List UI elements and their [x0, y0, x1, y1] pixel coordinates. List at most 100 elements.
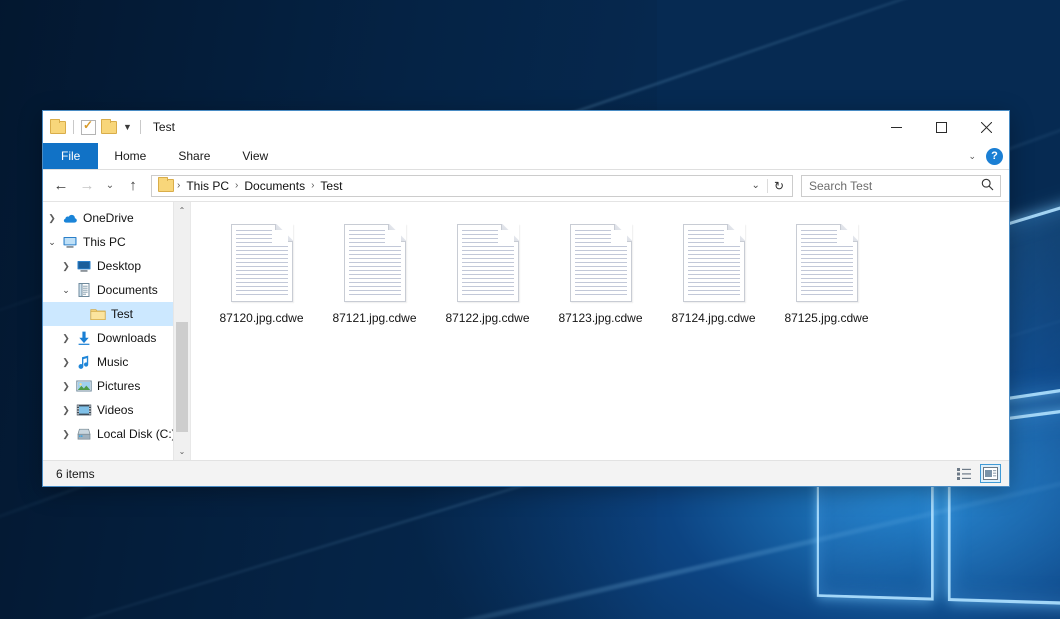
file-item[interactable]: 87123.jpg.cdwe	[544, 218, 657, 340]
chevron-right-icon[interactable]: ❯	[57, 357, 75, 368]
search-input[interactable]: Search Test	[809, 179, 872, 193]
chevron-down-icon[interactable]: ▼	[122, 123, 133, 132]
sidebar-item-desktop[interactable]: ❯ Desktop	[43, 254, 190, 278]
minimize-button[interactable]	[874, 111, 919, 143]
sidebar-item-label: Local Disk (C:)	[97, 427, 176, 441]
desktop: ▼ Test File Home Share View	[0, 0, 1060, 619]
sidebar-item-label: Documents	[97, 283, 158, 297]
scroll-down-arrow-icon[interactable]: ⌄	[174, 443, 190, 460]
quick-access-toolbar: ▼	[43, 120, 143, 135]
address-bar-row: ← → ⌄ ↑ › This PC › Documents › Test ⌄ ↻	[43, 170, 1009, 201]
scroll-up-arrow-icon[interactable]: ⌃	[174, 202, 190, 219]
desktop-icon	[75, 258, 93, 274]
search-icon[interactable]	[981, 178, 994, 194]
sidebar-item-downloads[interactable]: ❯ Downloads	[43, 326, 190, 350]
address-bar-controls: ⌄ ↻	[745, 179, 790, 193]
sidebar-item-pictures[interactable]: ❯Pictures	[43, 374, 190, 398]
title-bar: ▼ Test	[43, 111, 1009, 143]
sidebar-item-local-disk-c[interactable]: ❯ Local Disk (C:)	[43, 422, 190, 446]
sidebar-item-label: Downloads	[97, 331, 156, 345]
back-button[interactable]: ←	[49, 174, 73, 198]
document-lines	[801, 230, 853, 297]
document-lines	[688, 230, 740, 297]
view-mode-buttons	[954, 464, 1001, 483]
folder-icon[interactable]	[50, 121, 66, 134]
videos-icon	[75, 402, 93, 418]
file-name-label: 87120.jpg.cdwe	[219, 311, 303, 326]
maximize-button[interactable]	[919, 111, 964, 143]
forward-button[interactable]: →	[75, 174, 99, 198]
tab-file[interactable]: File	[43, 143, 98, 169]
downloads-icon	[75, 330, 93, 346]
properties-icon[interactable]	[81, 120, 96, 135]
sidebar-scrollbar[interactable]: ⌃ ⌄	[173, 202, 190, 460]
file-item[interactable]: 87121.jpg.cdwe	[318, 218, 431, 340]
harddisk-icon	[75, 426, 93, 442]
ribbon-tab-bar: File Home Share View ⌄ ?	[43, 143, 1009, 170]
breadcrumb: › This PC › Documents › Test	[156, 179, 745, 193]
sidebar-item-label: Desktop	[97, 259, 141, 273]
new-folder-icon[interactable]	[101, 121, 117, 134]
music-icon	[75, 354, 93, 370]
tab-share[interactable]: Share	[162, 143, 226, 169]
refresh-icon[interactable]: ↻	[767, 179, 790, 193]
window-controls	[874, 111, 1009, 143]
tab-home[interactable]: Home	[98, 143, 162, 169]
sidebar-item-label: Music	[97, 355, 128, 369]
breadcrumb-item-documents[interactable]: Documents	[239, 179, 310, 193]
file-name-label: 87121.jpg.cdwe	[332, 311, 416, 326]
chevron-right-icon[interactable]: ❯	[57, 429, 75, 440]
documents-icon	[75, 282, 93, 298]
large-icons-view-button[interactable]	[980, 464, 1001, 483]
address-bar[interactable]: › This PC › Documents › Test ⌄ ↻	[151, 175, 793, 197]
chevron-down-icon[interactable]: ⌄	[43, 237, 61, 248]
chevron-right-icon[interactable]: ❯	[57, 333, 75, 344]
breadcrumb-item-test[interactable]: Test	[315, 179, 347, 193]
sidebar-item-music[interactable]: ❯ Music	[43, 350, 190, 374]
close-button[interactable]	[964, 111, 1009, 143]
ribbon-right-controls: ⌄ ?	[968, 143, 1003, 170]
sidebar-item-videos[interactable]: ❯ Videos	[43, 398, 190, 422]
onedrive-icon	[61, 210, 79, 226]
chevron-down-icon[interactable]: ⌄	[57, 285, 75, 296]
file-list-view[interactable]: 87120.jpg.cdwe 87121.jpg.cdwe 87122.jpg.cd…	[191, 202, 1009, 460]
chevron-down-icon[interactable]: ⌄	[745, 180, 767, 191]
breadcrumb-item-this-pc[interactable]: This PC	[181, 179, 234, 193]
chevron-right-icon[interactable]: ❯	[43, 213, 61, 224]
folder-icon	[158, 179, 174, 192]
search-box[interactable]: Search Test	[801, 175, 1001, 197]
folder-tree: ❯ OneDrive ⌄This PC ❯ Desktop ⌄ Documents Test ❯…	[43, 202, 190, 446]
document-lines	[349, 230, 401, 297]
window-title: Test	[153, 120, 175, 134]
help-icon[interactable]: ?	[986, 148, 1003, 165]
tab-view[interactable]: View	[226, 143, 284, 169]
navigation-pane: ❯ OneDrive ⌄This PC ❯ Desktop ⌄ Documents Test ❯…	[43, 202, 191, 460]
details-view-button[interactable]	[954, 464, 975, 483]
document-lines	[575, 230, 627, 297]
divider	[140, 120, 141, 134]
sidebar-item-label: OneDrive	[83, 211, 134, 225]
sidebar-item-test[interactable]: Test	[43, 302, 190, 326]
generic-file-icon	[683, 224, 745, 302]
document-lines	[236, 230, 288, 297]
sidebar-item-label: Videos	[97, 403, 133, 417]
file-item[interactable]: 87120.jpg.cdwe	[205, 218, 318, 340]
sidebar-item-label: Test	[111, 307, 133, 321]
scrollbar-thumb[interactable]	[176, 322, 188, 432]
sidebar-item-documents[interactable]: ⌄ Documents	[43, 278, 190, 302]
file-item[interactable]: 87125.jpg.cdwe	[770, 218, 883, 340]
chevron-right-icon[interactable]: ❯	[57, 261, 75, 272]
file-item[interactable]: 87122.jpg.cdwe	[431, 218, 544, 340]
recent-locations-button[interactable]: ⌄	[101, 174, 119, 198]
explorer-body: ❯ OneDrive ⌄This PC ❯ Desktop ⌄ Documents Test ❯…	[43, 201, 1009, 460]
file-item[interactable]: 87124.jpg.cdwe	[657, 218, 770, 340]
sidebar-item-this-pc[interactable]: ⌄This PC	[43, 230, 190, 254]
chevron-down-icon[interactable]: ⌄	[968, 151, 976, 162]
sidebar-item-onedrive[interactable]: ❯ OneDrive	[43, 206, 190, 230]
divider	[73, 120, 74, 134]
chevron-right-icon[interactable]: ❯	[57, 405, 75, 416]
chevron-right-icon[interactable]: ❯	[57, 381, 75, 392]
pictures-icon	[75, 378, 93, 394]
file-name-label: 87122.jpg.cdwe	[445, 311, 529, 326]
up-button[interactable]: ↑	[121, 174, 145, 198]
